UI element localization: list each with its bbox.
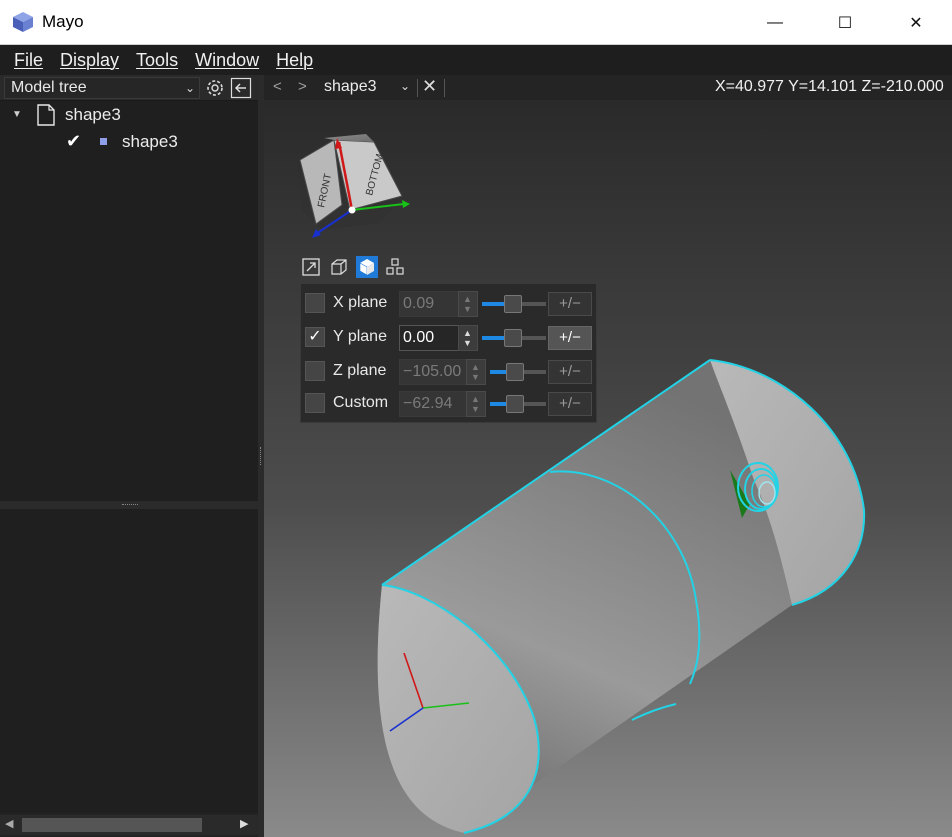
maximize-icon: ☐ [837,14,853,32]
view-cube[interactable]: FRONT BOTTOM [297,132,410,238]
custom-plane-slider-handle[interactable] [506,395,524,413]
menu-bar: File Display Tools Window Help [0,45,952,75]
z-plane-spinner[interactable]: ▲ ▼ [466,359,486,385]
viewer-header: < > shape3 ⌄ ✕ X=40.977 Y=14.101 Z=-210.… [264,75,952,100]
document-selector[interactable]: shape3 [324,78,377,96]
z-plane-invert-button[interactable]: +/− [548,360,592,384]
close-window-button[interactable]: ✕ [881,0,951,45]
clip-row-y: ✓ Y plane 0.00 ▲ ▼ +/− [301,320,598,354]
cursor-coordinates: X=40.977 Y=14.101 Z=-210.000 [715,78,944,95]
separator [417,79,418,97]
z-plane-checkbox[interactable] [305,361,325,381]
custom-plane-checkbox[interactable] [305,393,325,413]
fit-all-icon[interactable] [300,256,322,278]
explode-parts-icon[interactable] [384,256,406,278]
title-bar: Mayo — ☐ ✕ [0,0,952,45]
tree-mode-label: Model tree [11,79,87,96]
menu-window[interactable]: Window [195,50,259,71]
back-icon[interactable]: < [273,78,282,95]
x-plane-label: X plane [333,294,388,311]
menu-display[interactable]: Display [60,50,119,71]
clip-row-x: X plane 0.09 ▲ ▼ +/− [301,286,598,320]
y-plane-value-input[interactable]: 0.00 [399,325,459,351]
custom-plane-spinner[interactable]: ▲ ▼ [466,391,486,417]
3d-scene: FRONT BOTTOM [297,132,866,834]
x-plane-checkbox[interactable] [305,293,325,313]
close-document-icon[interactable]: ✕ [422,76,437,97]
collapse-panel-icon[interactable] [230,77,252,99]
tree-item-label: shape3 [65,105,121,124]
mayo-app-icon [13,12,33,32]
x-plane-spinner[interactable]: ▲ ▼ [458,291,478,317]
tree-toolbar: Model tree ⌄ [0,75,258,101]
clip-planes-panel: X plane 0.09 ▲ ▼ +/− ✓ Y plane 0.00 ▲ ▼ +/… [300,283,597,423]
shape-icon [100,138,107,145]
y-plane-checkbox[interactable]: ✓ [305,327,325,347]
view-toolbar [300,256,410,280]
clip-row-z: Z plane −105.00 ▲ ▼ +/− [301,354,598,388]
left-panel: Model tree ⌄ ▼ shape3 ✔ shape3 ◀ ▶ [0,75,258,837]
z-plane-value-input[interactable]: −105.00 [399,359,467,385]
minimize-icon: — [767,13,783,31]
z-plane-slider-fill [490,370,506,374]
x-plane-value-input[interactable]: 0.09 [399,291,459,317]
menu-file[interactable]: File [14,50,43,71]
separator [444,79,445,97]
window-title: Mayo [42,12,84,31]
y-plane-slider-fill [482,336,504,340]
tree-mode-select[interactable]: Model tree ⌄ [4,77,200,99]
settings-gear-icon[interactable] [204,77,226,99]
y-plane-slider-handle[interactable] [504,329,522,347]
custom-plane-value-input[interactable]: −62.94 [399,391,467,417]
clip-row-custom: Custom −62.94 ▲ ▼ +/− [301,386,598,420]
3d-viewport[interactable]: FRONT BOTTOM [264,100,952,837]
tree-item-shape[interactable]: ✔ shape3 [0,129,258,155]
chevron-down-icon: ⌄ [184,81,195,95]
visibility-checkmark-icon[interactable]: ✔ [66,131,81,152]
tree-item-document[interactable]: ▼ shape3 [0,102,258,128]
z-plane-label: Z plane [333,362,387,379]
x-plane-slider-fill [482,302,504,306]
menu-help[interactable]: Help [276,50,313,71]
custom-plane-label: Custom [333,394,389,411]
shaded-cube-icon[interactable] [356,256,378,278]
properties-panel [0,509,258,813]
scrollbar-thumb[interactable] [22,818,202,832]
custom-plane-invert-button[interactable]: +/− [548,392,592,416]
y-plane-label: Y plane [333,328,387,345]
expand-arrow-icon[interactable]: ▼ [12,109,22,120]
forward-icon[interactable]: > [298,78,307,95]
panel-splitter[interactable] [0,501,258,509]
y-plane-invert-button[interactable]: +/− [548,326,592,350]
scroll-right-icon[interactable]: ▶ [240,817,248,830]
maximize-button[interactable]: ☐ [810,0,880,45]
wireframe-cube-icon[interactable] [328,256,350,278]
tree-item-label: shape3 [122,132,178,151]
chevron-down-icon[interactable]: ⌄ [400,79,410,93]
model-tree: ▼ shape3 ✔ shape3 [0,101,258,501]
horizontal-scrollbar[interactable]: ◀ ▶ [0,815,258,835]
document-icon [37,104,55,126]
x-plane-invert-button[interactable]: +/− [548,292,592,316]
scroll-left-icon[interactable]: ◀ [5,817,13,830]
z-plane-slider-handle[interactable] [506,363,524,381]
menu-tools[interactable]: Tools [136,50,178,71]
minimize-button[interactable]: — [740,0,810,45]
close-icon: ✕ [909,14,923,32]
y-plane-spinner[interactable]: ▲ ▼ [458,325,478,351]
custom-plane-slider-fill [490,402,506,406]
x-plane-slider-handle[interactable] [504,295,522,313]
